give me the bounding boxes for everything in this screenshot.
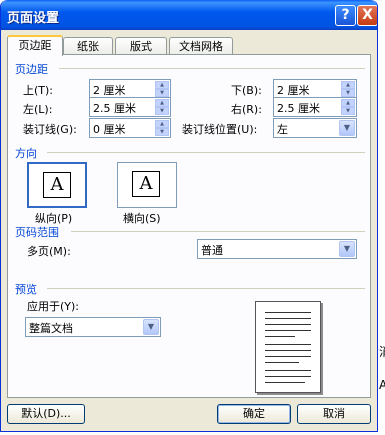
right-margin-label: 右(R): bbox=[231, 103, 262, 116]
title-bar: 页面设置 ? X bbox=[1, 0, 377, 30]
top-margin-value: 2 厘米 bbox=[93, 84, 126, 97]
orientation-section-title: 方向 bbox=[15, 147, 37, 160]
spin-down-icon[interactable]: ▼ bbox=[155, 107, 169, 115]
gutter-value: 0 厘米 bbox=[93, 123, 126, 136]
default-button[interactable]: 默认(D)... bbox=[7, 404, 85, 424]
section-divider bbox=[47, 288, 365, 289]
spin-down-icon[interactable]: ▼ bbox=[155, 128, 169, 136]
chevron-down-icon[interactable]: ▼ bbox=[339, 241, 355, 257]
apply-to-select[interactable]: 整篇文档 ▼ bbox=[25, 317, 161, 337]
pages-section-title: 页码范围 bbox=[15, 226, 59, 239]
tab-margins[interactable]: 页边距 bbox=[7, 35, 63, 56]
bottom-margin-spinner[interactable]: 2 厘米 ▲ ▼ bbox=[273, 79, 357, 99]
gutter-position-label: 装订线位置(U): bbox=[182, 123, 258, 136]
portrait-option[interactable]: A bbox=[27, 162, 87, 208]
left-margin-value: 2.5 厘米 bbox=[93, 102, 136, 115]
preview-section-title: 预览 bbox=[15, 283, 37, 296]
right-margin-value: 2.5 厘米 bbox=[277, 102, 320, 115]
apply-to-value: 整篇文档 bbox=[29, 322, 73, 335]
spin-up-icon[interactable]: ▲ bbox=[155, 99, 169, 107]
left-margin-spinner[interactable]: 2.5 厘米 ▲ ▼ bbox=[89, 97, 171, 117]
bottom-margin-value: 2 厘米 bbox=[277, 84, 310, 97]
apply-to-label: 应用于(Y): bbox=[27, 300, 80, 313]
landscape-label[interactable]: 横向(S) bbox=[123, 210, 161, 226]
right-margin-spinner[interactable]: 2.5 厘米 ▲ ▼ bbox=[273, 97, 357, 117]
spin-up-icon[interactable]: ▲ bbox=[155, 81, 169, 89]
section-divider bbox=[47, 152, 365, 153]
portrait-page-icon: A bbox=[43, 172, 71, 198]
spin-up-icon[interactable]: ▲ bbox=[341, 81, 355, 89]
chevron-down-icon[interactable]: ▼ bbox=[339, 120, 355, 136]
spin-down-icon[interactable]: ▼ bbox=[341, 89, 355, 97]
spin-up-icon[interactable]: ▲ bbox=[341, 99, 355, 107]
top-margin-label: 上(T): bbox=[23, 84, 54, 97]
page-preview bbox=[255, 301, 321, 393]
cancel-button[interactable]: 取消 bbox=[297, 404, 371, 424]
gutter-position-value: 左 bbox=[277, 123, 288, 136]
dialog-title: 页面设置 bbox=[7, 11, 60, 26]
chevron-down-icon[interactable]: ▼ bbox=[143, 319, 159, 335]
section-divider bbox=[59, 68, 365, 69]
help-button[interactable]: ? bbox=[335, 5, 356, 26]
spin-down-icon[interactable]: ▼ bbox=[155, 89, 169, 97]
section-divider bbox=[71, 231, 365, 232]
ok-button[interactable]: 确定 bbox=[217, 404, 291, 424]
bottom-margin-label: 下(B): bbox=[231, 84, 262, 97]
margins-section-title: 页边距 bbox=[15, 63, 48, 76]
landscape-page-icon: A bbox=[132, 171, 160, 197]
top-margin-spinner[interactable]: 2 厘米 ▲ ▼ bbox=[89, 79, 171, 99]
landscape-option[interactable]: A bbox=[117, 162, 177, 208]
spin-up-icon[interactable]: ▲ bbox=[155, 120, 169, 128]
close-button[interactable]: X bbox=[357, 5, 377, 26]
background-text-fragment: 消 bbox=[379, 343, 385, 360]
multiple-pages-label: 多页(M): bbox=[27, 245, 71, 258]
background-text-fragment: A bbox=[379, 378, 385, 392]
multiple-pages-select[interactable]: 普通 ▼ bbox=[197, 239, 357, 259]
gutter-spinner[interactable]: 0 厘米 ▲ ▼ bbox=[89, 118, 171, 138]
multiple-pages-value: 普通 bbox=[201, 244, 223, 257]
left-margin-label: 左(L): bbox=[23, 103, 53, 116]
spin-down-icon[interactable]: ▼ bbox=[341, 107, 355, 115]
gutter-position-select[interactable]: 左 ▼ bbox=[273, 118, 357, 138]
page-setup-dialog: 页面设置 ? X 页边距 纸张 版式 文档网格 页边距 上(T): 2 厘米 ▲… bbox=[0, 0, 378, 432]
gutter-label: 装订线(G): bbox=[23, 123, 77, 136]
